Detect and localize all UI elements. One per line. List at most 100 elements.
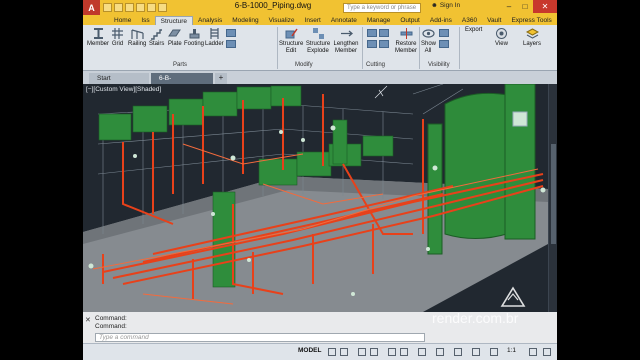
- new-tab-button[interactable]: +: [215, 73, 227, 84]
- stairs-icon: [151, 29, 163, 40]
- visibility-tool-2[interactable]: [439, 40, 449, 48]
- cut-tool-3[interactable]: [367, 40, 377, 48]
- structure-edit-icon: [285, 28, 298, 39]
- visibility-tool-1[interactable]: [439, 29, 449, 37]
- autocad-window: A 6-B-1000_Piping.dwg Type a keyword or …: [83, 0, 557, 360]
- annotation-scale[interactable]: 1:1: [507, 347, 516, 354]
- nozzle-marker: [512, 111, 528, 127]
- structure-explode-icon: [312, 28, 324, 39]
- undo-icon[interactable]: [147, 3, 156, 12]
- tab-start[interactable]: Start: [89, 73, 149, 84]
- view-button[interactable]: View: [495, 27, 508, 48]
- scrollbar-thumb[interactable]: [551, 144, 556, 244]
- viewport-scrollbar[interactable]: [548, 84, 557, 312]
- export-button[interactable]: Export: [465, 27, 482, 34]
- visibility-panel-label: Visibility: [428, 62, 450, 68]
- layers-button[interactable]: Layers: [523, 27, 541, 48]
- customization-menu-icon[interactable]: [543, 348, 551, 356]
- save-icon[interactable]: [125, 3, 134, 12]
- tab-insert[interactable]: Insert: [300, 16, 326, 25]
- railing-button[interactable]: Railing: [128, 27, 146, 48]
- new-icon[interactable]: [103, 3, 112, 12]
- saveas-icon[interactable]: [136, 3, 145, 12]
- show-all-label: Show All: [421, 41, 437, 54]
- storage-tank: [444, 92, 514, 240]
- cut-tool-4[interactable]: [379, 40, 389, 48]
- tab-home[interactable]: Home: [109, 16, 136, 25]
- transparency-icon[interactable]: [454, 348, 462, 356]
- plate-button[interactable]: Plate: [168, 27, 182, 48]
- tab-visualize[interactable]: Visualize: [264, 16, 300, 25]
- member-button[interactable]: Member: [87, 27, 109, 48]
- workspace-gear-icon[interactable]: [529, 348, 537, 356]
- structure-explode-label: Structure Explode: [305, 41, 331, 54]
- parts-small-tool-2[interactable]: [226, 40, 236, 48]
- ribbon-separator: [362, 27, 363, 69]
- tab-manage[interactable]: Manage: [362, 16, 396, 25]
- railing-icon: [131, 29, 144, 39]
- maximize-button[interactable]: □: [517, 0, 533, 13]
- isometric-drafting-icon[interactable]: [388, 348, 396, 356]
- grid-button[interactable]: Grid: [111, 27, 124, 48]
- drawing-viewport[interactable]: [−][Custom View][Shaded]: [83, 84, 557, 312]
- model-space-button[interactable]: MODEL: [298, 347, 321, 354]
- railing-label: Railing: [128, 41, 147, 47]
- command-input[interactable]: Type a command: [95, 333, 425, 342]
- redo-icon[interactable]: [158, 3, 167, 12]
- minimize-button[interactable]: –: [501, 0, 517, 13]
- search-input[interactable]: Type a keyword or phrase: [343, 3, 421, 13]
- lengthen-member-button[interactable]: Lengthen Member: [332, 27, 360, 55]
- restore-member-button[interactable]: Restore Member: [393, 27, 419, 55]
- tab-annotate[interactable]: Annotate: [326, 16, 362, 25]
- structure-explode-button[interactable]: Structure Explode: [305, 27, 331, 55]
- cut-tool-2[interactable]: [379, 29, 389, 37]
- polar-tracking-icon[interactable]: [370, 348, 378, 356]
- application-menu-button[interactable]: A: [83, 0, 100, 15]
- parts-small-tool-1[interactable]: [226, 29, 236, 37]
- tab-modeling[interactable]: Modeling: [227, 16, 263, 25]
- command-close-icon[interactable]: ✕: [85, 316, 91, 324]
- watermark-text: render.com.br: [432, 310, 519, 326]
- open-icon[interactable]: [114, 3, 123, 12]
- command-history-line-2: Command:: [95, 323, 127, 330]
- tab-add-ins[interactable]: Add-ins: [425, 16, 457, 25]
- tab-analysis[interactable]: Analysis: [193, 16, 227, 25]
- tab-structure[interactable]: Structure: [154, 16, 194, 25]
- tab-drawing[interactable]: 6-B-1000_Piping: [151, 73, 213, 93]
- close-button[interactable]: ✕: [533, 0, 557, 13]
- snap-mode-icon[interactable]: [340, 348, 348, 356]
- cut-tool-1[interactable]: [367, 29, 377, 37]
- grid-display-icon[interactable]: [328, 348, 336, 356]
- ribbon-separator: [277, 27, 278, 69]
- status-bar: MODEL 1:1: [83, 343, 557, 360]
- modify-panel-label: Modify: [295, 62, 313, 68]
- viewport-controls-label[interactable]: [−][Custom View][Shaded]: [86, 86, 161, 93]
- tab-vault[interactable]: Vault: [482, 16, 506, 25]
- render-logo: [500, 286, 526, 307]
- footing-label: Footing: [184, 41, 205, 47]
- ortho-mode-icon[interactable]: [358, 348, 366, 356]
- layers-label: Layers: [523, 41, 542, 47]
- lineweight-icon[interactable]: [436, 348, 444, 356]
- file-tabs: Start 6-B-1000_Piping +: [83, 71, 557, 93]
- object-snap-tracking-icon[interactable]: [400, 348, 408, 356]
- show-all-button[interactable]: Show All: [421, 27, 437, 55]
- selection-cycling-icon[interactable]: [472, 348, 480, 356]
- annotation-visibility-icon[interactable]: [490, 348, 498, 356]
- stairs-button[interactable]: Stairs: [149, 27, 164, 48]
- view-icon: [496, 28, 507, 39]
- document-title: 6-B-1000_Piping.dwg: [234, 1, 312, 10]
- ribbon-panel: Member Grid Railing Stairs Plate Footing…: [83, 25, 557, 71]
- tab-iss[interactable]: Iss: [136, 16, 154, 25]
- tab-express-tools[interactable]: Express Tools: [506, 16, 556, 25]
- ladder-button[interactable]: Ladder: [205, 27, 224, 48]
- object-snap-icon[interactable]: [418, 348, 426, 356]
- structure-edit-button[interactable]: Structure Edit: [279, 27, 303, 55]
- tab-output[interactable]: Output: [395, 16, 425, 25]
- sign-in-button[interactable]: ☻ Sign In: [431, 2, 460, 9]
- window-controls: – □ ✕: [501, 0, 557, 13]
- command-history-line-1: Command:: [95, 315, 127, 322]
- tab-a360[interactable]: A360: [457, 16, 482, 25]
- member-icon: [93, 28, 103, 39]
- footing-button[interactable]: Footing: [184, 27, 204, 48]
